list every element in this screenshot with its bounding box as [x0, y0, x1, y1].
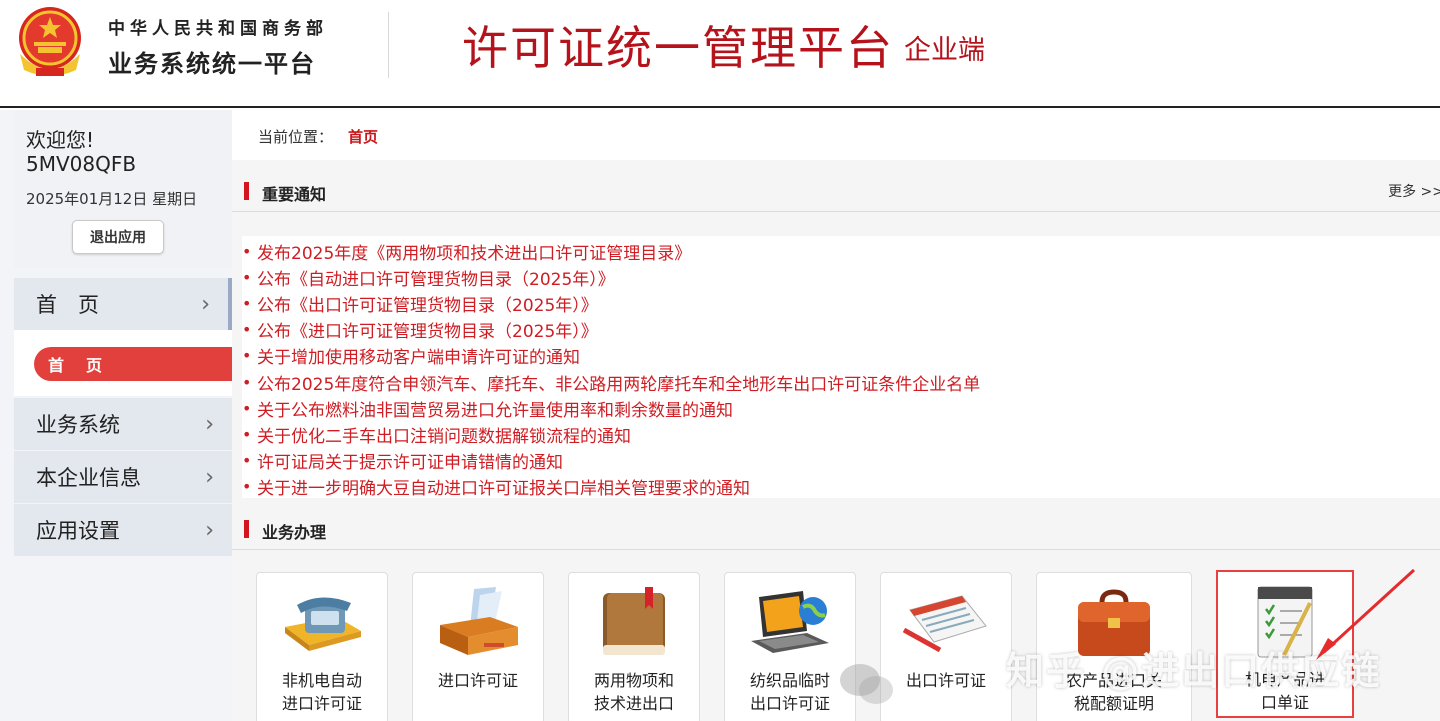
submenu: 首页 [14, 330, 232, 396]
sidebar-item-business-system[interactable]: 业务系统 › [14, 398, 232, 450]
biz-card-export-license[interactable]: 出口许可证 [880, 572, 1012, 721]
notice-section-header: 重要通知 更多 >> [232, 172, 1440, 212]
bullet-icon: • [242, 424, 252, 444]
notice-item[interactable]: • 关于公布燃料油非国营贸易进口允许量使用率和剩余数量的通知 [242, 395, 1440, 421]
breadcrumb-label: 当前位置： [258, 128, 334, 146]
bullet-icon: • [242, 241, 252, 261]
sidebar-item-app-settings[interactable]: 应用设置 › [14, 504, 232, 556]
notice-item[interactable]: • 关于增加使用移动客户端申请许可证的通知 [242, 343, 1440, 369]
user-id: 5MV08QFB [26, 152, 137, 176]
inbox-tray-icon [440, 587, 518, 655]
page-title: 许可证统一管理平台 [462, 21, 894, 75]
biz-card-line1: 纺织品临时 [749, 671, 830, 690]
notice-link[interactable]: 关于优化二手车出口注销问题数据解锁流程的通知 [257, 422, 631, 447]
current-date: 2025年01月12日 星期日 [26, 190, 198, 208]
welcome-text: 欢迎您! 5MV08QFB [26, 128, 136, 176]
biz-card-line2: 进口许可证 [281, 694, 362, 713]
sidebar-item-label: 业务系统 [36, 413, 120, 437]
biz-card-line2: 出口许可证 [749, 694, 830, 713]
ministry-name: 中华人民共和国商务部 [108, 19, 328, 39]
header-divider [388, 12, 389, 78]
sidebar-item-label: 应用设置 [36, 519, 120, 543]
sidebar-item-label: 本企业信息 [36, 466, 141, 490]
national-emblem-icon [19, 7, 81, 76]
notice-link[interactable]: 关于公布燃料油非国营贸易进口允许量使用率和剩余数量的通知 [257, 396, 733, 421]
more-link[interactable]: 更多 >> [1388, 181, 1440, 201]
biz-card-line2: 技术进出口 [593, 694, 674, 713]
bullet-icon: • [242, 398, 252, 418]
business-section-header: 业务办理 [232, 510, 1440, 550]
page-header: 中华人民共和国商务部 业务系统统一平台 许可证统一管理平台 企业端 [0, 0, 1440, 108]
welcome-label: 欢迎您! [26, 128, 95, 152]
notice-link[interactable]: 公布《出口许可证管理货物目录（2025年）》 [257, 291, 598, 316]
sidebar-item-company-info[interactable]: 本企业信息 › [14, 451, 232, 503]
notice-link[interactable]: 发布2025年度《两用物项和技术进出口许可证管理目录》 [257, 239, 691, 264]
business-section-title: 业务办理 [262, 523, 327, 542]
page-title-suffix: 企业端 [904, 35, 985, 66]
bullet-icon: • [242, 320, 252, 340]
user-panel: 欢迎您! 5MV08QFB 2025年01月12日 星期日 退出应用 [14, 110, 232, 268]
notice-section-title: 重要通知 [262, 185, 327, 204]
notice-item[interactable]: • 关于进一步明确大豆自动进口许可证报关口岸相关管理要求的通知 [242, 474, 1440, 500]
biz-card-label: 出口许可证 [881, 669, 1011, 692]
biz-card-label: 纺织品临时 出口许可证 [725, 669, 855, 715]
biz-card-dual-use-items[interactable]: 两用物项和 技术进出口 [568, 572, 700, 721]
biz-card-line1: 两用物项和 [593, 671, 674, 690]
chevron-right-icon: › [205, 465, 214, 490]
chevron-right-icon: › [205, 412, 214, 437]
wechat-logo-icon [840, 664, 893, 704]
bullet-icon: • [242, 372, 252, 392]
notice-item[interactable]: • 发布2025年度《两用物项和技术进出口许可证管理目录》 [242, 238, 1440, 264]
notice-item[interactable]: • 许可证局关于提示许可证申请错情的通知 [242, 448, 1440, 474]
breadcrumb-current[interactable]: 首页 [348, 126, 378, 147]
biz-card-line2: 税配额证明 [1073, 694, 1154, 713]
notice-item[interactable]: • 公布2025年度符合申领汽车、摩托车、非公路用两轮摩托车和全地形车出口许可证条… [242, 369, 1440, 395]
laptop-globe-icon [751, 591, 829, 653]
notice-link[interactable]: 公布《自动进口许可管理货物目录（2025年）》 [257, 265, 615, 290]
notice-item[interactable]: • 公布《自动进口许可管理货物目录（2025年）》 [242, 264, 1440, 290]
sidebar-item-home[interactable]: 首 页 › [14, 278, 232, 330]
sidebar: 欢迎您! 5MV08QFB 2025年01月12日 星期日 退出应用 首 页 ›… [0, 110, 232, 721]
bullet-icon: • [242, 477, 252, 497]
notice-link[interactable]: 公布《进口许可证管理货物目录（2025年）》 [257, 317, 598, 342]
annotation-arrow-icon [1316, 568, 1416, 660]
biz-card-label: 两用物项和 技术进出口 [569, 669, 699, 715]
chevron-right-icon: › [205, 518, 214, 543]
breadcrumb: 当前位置： 首页 [232, 110, 1440, 160]
notice-item[interactable]: • 关于优化二手车出口注销问题数据解锁流程的通知 [242, 421, 1440, 447]
biz-card-textile-temporary-export[interactable]: 纺织品临时 出口许可证 [724, 572, 856, 721]
document-pen-icon [902, 595, 987, 653]
bullet-icon: • [242, 451, 252, 471]
chevron-right-icon: › [201, 292, 210, 317]
submenu-item-home[interactable]: 首页 [34, 347, 232, 381]
biz-card-non-mechanical-auto-import[interactable]: 非机电自动 进口许可证 [256, 572, 388, 721]
bullet-icon: • [242, 293, 252, 313]
section-marker [244, 520, 249, 538]
platform-name: 业务系统统一平台 [108, 50, 316, 78]
notice-item[interactable]: • 公布《出口许可证管理货物目录（2025年）》 [242, 290, 1440, 316]
biz-card-line1: 出口许可证 [905, 671, 986, 690]
main-content: 当前位置： 首页 重要通知 更多 >> • 发布2025年度《两用物项和技术进出口… [232, 110, 1440, 721]
bullet-icon: • [242, 267, 252, 287]
biz-card-line1: 非机电自动 [281, 671, 362, 690]
section-marker [244, 182, 249, 200]
notice-link[interactable]: 关于增加使用移动客户端申请许可证的通知 [257, 343, 580, 368]
book-icon [603, 587, 665, 655]
notice-link[interactable]: 关于进一步明确大豆自动进口许可证报关口岸相关管理要求的通知 [257, 474, 750, 499]
telephone-icon [285, 597, 361, 651]
notice-item[interactable]: • 公布《进口许可证管理货物目录（2025年）》 [242, 317, 1440, 343]
biz-card-label: 进口许可证 [413, 669, 543, 692]
biz-card-label: 非机电自动 进口许可证 [257, 669, 387, 715]
sidebar-item-label: 首 页 [36, 293, 99, 317]
biz-card-import-license[interactable]: 进口许可证 [412, 572, 544, 721]
biz-card-line1: 进口许可证 [437, 671, 518, 690]
notice-list: • 发布2025年度《两用物项和技术进出口许可证管理目录》 • 公布《自动进口许可管… [242, 236, 1440, 500]
notice-link[interactable]: 许可证局关于提示许可证申请错情的通知 [257, 448, 563, 473]
logout-button[interactable]: 退出应用 [72, 220, 164, 254]
notice-link[interactable]: 公布2025年度符合申领汽车、摩托车、非公路用两轮摩托车和全地形车出口许可证条件… [257, 370, 980, 395]
bullet-icon: • [242, 346, 252, 366]
